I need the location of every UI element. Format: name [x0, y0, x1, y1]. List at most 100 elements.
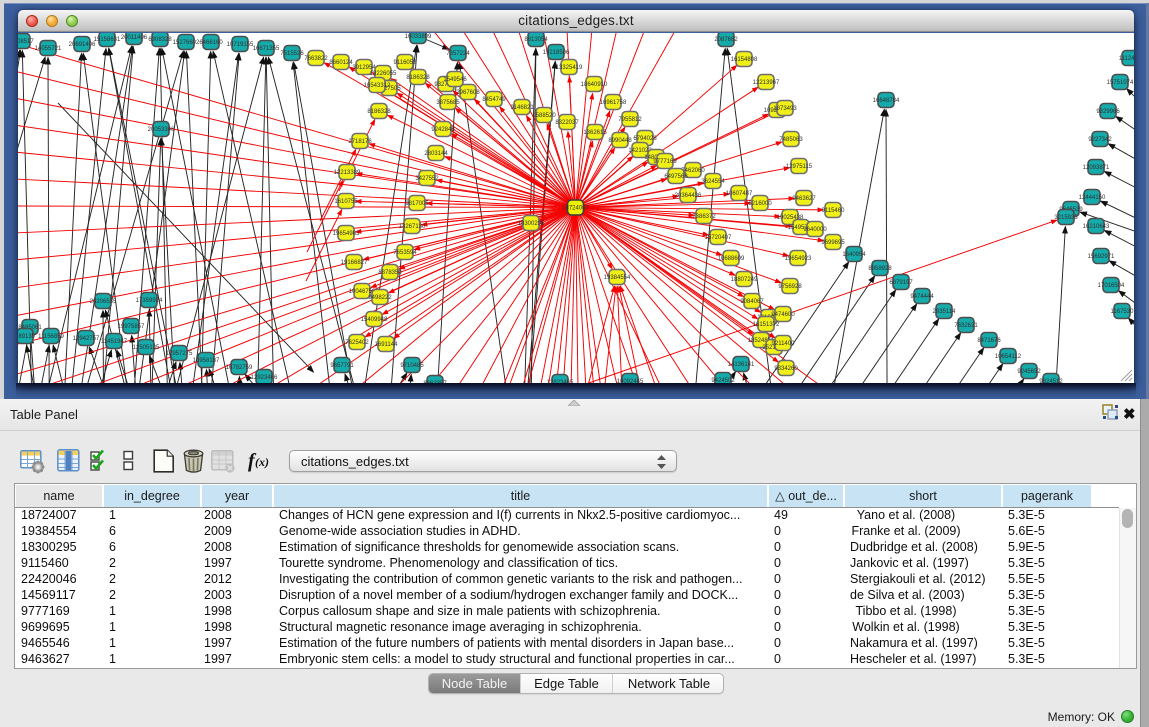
svg-text:20364436: 20364436	[675, 193, 702, 199]
svg-text:16151372: 16151372	[753, 322, 780, 328]
svg-text:9329966: 9329966	[1096, 109, 1120, 115]
svg-text:7485063: 7485063	[779, 137, 803, 143]
svg-text:989139: 989139	[18, 334, 36, 340]
svg-text:1640954: 1640954	[842, 252, 866, 258]
svg-text:7386372: 7386372	[692, 214, 716, 220]
svg-text:1873493: 1873493	[773, 106, 797, 112]
svg-text:3215933: 3215933	[1054, 215, 1078, 221]
svg-text:9211400: 9211400	[772, 341, 796, 347]
svg-text:2718176: 2718176	[348, 139, 372, 145]
svg-text:12093871: 12093871	[1083, 165, 1110, 171]
svg-text:20206535: 20206535	[90, 299, 117, 305]
svg-text:9474444: 9474444	[910, 294, 934, 300]
svg-text:6794028: 6794028	[633, 136, 657, 142]
svg-text:9227342: 9227342	[1088, 137, 1112, 143]
svg-text:15409948: 15409948	[361, 317, 388, 323]
svg-text:1610755: 1610755	[334, 199, 358, 205]
svg-text:19654923: 19654923	[785, 256, 812, 262]
svg-text:8878350: 8878350	[378, 270, 402, 276]
svg-text:9699695: 9699695	[821, 240, 845, 246]
svg-text:9242848: 9242848	[431, 127, 455, 133]
svg-text:9817005: 9817005	[405, 201, 429, 207]
svg-text:9777169: 9777169	[653, 159, 677, 165]
svg-text:9756928: 9756928	[778, 284, 802, 290]
svg-text:6216000: 6216000	[748, 201, 772, 207]
svg-text:16210643: 16210643	[1083, 224, 1110, 230]
svg-text:12505135: 12505135	[133, 345, 160, 351]
svg-text:9116058: 9116058	[394, 60, 418, 66]
svg-text:8958928: 8958928	[868, 266, 892, 272]
svg-text:13267130: 13267130	[399, 224, 426, 230]
svg-text:14055721: 14055721	[35, 46, 62, 52]
svg-text:12213389: 12213389	[334, 170, 361, 176]
svg-text:18300295: 18300295	[518, 221, 545, 227]
svg-text:15158631: 15158631	[94, 37, 121, 43]
svg-text:2588520: 2588520	[532, 113, 556, 119]
svg-text:8660124: 8660124	[329, 60, 353, 66]
svg-text:8186328: 8186328	[406, 75, 430, 81]
svg-text:12823465: 12823465	[547, 380, 574, 383]
svg-text:1549546: 1549546	[443, 77, 467, 83]
svg-text:11156859: 11156859	[38, 334, 64, 340]
svg-text:10958187: 10958187	[193, 358, 220, 364]
svg-text:12942757: 12942757	[73, 336, 100, 342]
svg-text:9824512: 9824512	[1039, 379, 1063, 383]
svg-text:13325419: 13325419	[556, 65, 583, 71]
svg-text:7357224: 7357224	[446, 51, 470, 57]
svg-text:16961758: 16961758	[600, 100, 627, 106]
svg-text:20691406: 20691406	[69, 42, 96, 48]
svg-text:20011406: 20011406	[121, 35, 148, 41]
svg-text:1112438: 1112438	[1119, 56, 1134, 62]
svg-text:10654112: 10654112	[995, 354, 1022, 360]
svg-text:8186328: 8186328	[367, 109, 391, 115]
svg-text:6308328: 6308328	[148, 37, 172, 43]
svg-text:3875685: 3875685	[436, 100, 460, 106]
svg-text:6466160: 6466160	[199, 40, 223, 46]
svg-text:11451947: 11451947	[101, 339, 128, 345]
svg-text:2803144: 2803144	[424, 151, 448, 157]
svg-text:17016504: 17016504	[1098, 283, 1125, 289]
svg-text:9334260: 9334260	[774, 366, 798, 372]
svg-text:12213967: 12213967	[753, 80, 780, 86]
svg-text:16033809: 16033809	[405, 34, 432, 40]
svg-text:9474600: 9474600	[771, 312, 795, 318]
svg-text:15276602: 15276602	[173, 40, 200, 46]
svg-text:17957275: 17957275	[166, 351, 193, 357]
svg-text:15751074: 15751074	[1107, 80, 1134, 86]
svg-text:9115460: 9115460	[822, 208, 846, 214]
svg-text:9146821: 9146821	[510, 105, 534, 111]
svg-text:7653594: 7653594	[393, 250, 417, 256]
svg-text:10719155: 10719155	[227, 42, 254, 48]
svg-text:3427552: 3427552	[415, 176, 439, 182]
svg-text:17359924: 17359924	[136, 298, 163, 304]
svg-text:19654983: 19654983	[333, 231, 360, 237]
svg-text:16543312: 16543312	[364, 83, 391, 89]
svg-text:7663822: 7663822	[304, 56, 328, 62]
svg-text:8990448: 8990448	[608, 138, 632, 144]
svg-text:1167530: 1167530	[1111, 309, 1134, 315]
svg-text:9498222: 9498222	[368, 295, 392, 301]
svg-text:2935114: 2935114	[933, 309, 957, 315]
svg-text:3624554: 3624554	[701, 179, 725, 185]
svg-text:9424502: 9424502	[711, 378, 735, 383]
svg-text:9463627: 9463627	[792, 196, 816, 202]
svg-text:9710485: 9710485	[400, 363, 424, 369]
svg-text:18724007: 18724007	[562, 206, 589, 212]
svg-text:7632621: 7632621	[954, 323, 978, 329]
svg-text:18640910: 18640910	[581, 82, 608, 88]
svg-text:6497568: 6497568	[664, 174, 688, 180]
svg-text:2087682: 2087682	[714, 37, 738, 43]
svg-text:18807249: 18807249	[731, 277, 758, 283]
svg-text:19218506: 19218506	[543, 50, 570, 56]
svg-text:16154808: 16154808	[731, 57, 758, 63]
svg-text:16782759: 16782759	[226, 365, 253, 371]
svg-text:7515526: 7515526	[280, 51, 304, 57]
svg-text:8322037: 8322037	[555, 120, 579, 126]
svg-text:9640000: 9640000	[803, 227, 827, 233]
svg-text:7955812: 7955812	[618, 117, 642, 123]
svg-text:12975115: 12975115	[786, 164, 813, 170]
svg-text:14136141: 14136141	[728, 362, 755, 368]
svg-text:20053346: 20053346	[148, 127, 175, 133]
svg-text:6879197: 6879197	[889, 280, 913, 286]
svg-text:9657791: 9657791	[330, 363, 354, 369]
